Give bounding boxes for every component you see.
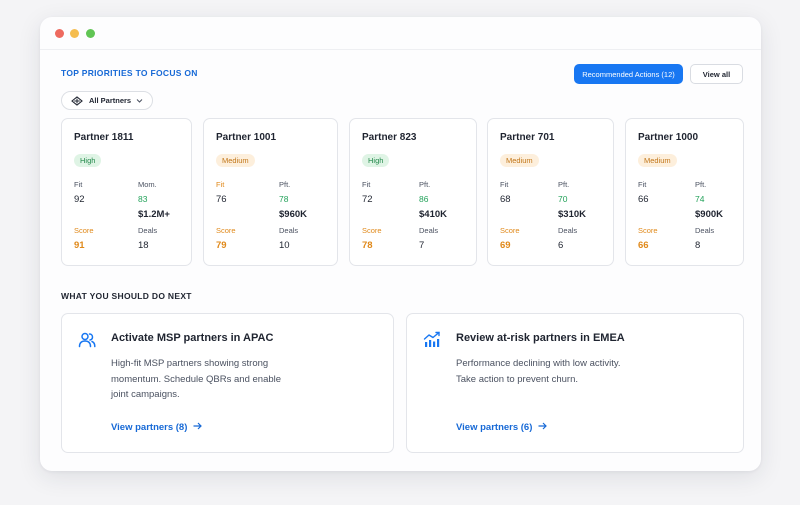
deals-value: 6 — [558, 240, 564, 251]
partner-name: Partner 823 — [362, 132, 417, 143]
priority-badge: High — [362, 154, 390, 167]
description-line: joint campaigns. — [111, 389, 180, 400]
description-line: Take action to prevent churn. — [456, 373, 578, 385]
score-label: Score — [638, 226, 658, 235]
description-line: High-fit MSP partners showing strong — [111, 358, 269, 369]
amount-value: $410K — [419, 209, 447, 220]
priority-badge: High — [74, 154, 102, 167]
partner-card[interactable]: Partner 1811 High Fit 92 Mom. 83 $1.2M+ … — [61, 118, 192, 266]
deals-label: Deals — [695, 226, 715, 235]
amount-value: $310K — [558, 209, 586, 220]
amount-value: $1.2M+ — [138, 209, 170, 220]
users-icon — [78, 331, 96, 349]
view-partners-label: View partners (8) — [111, 422, 188, 433]
score-value: 91 — [74, 240, 85, 251]
priority-badge: Medium — [216, 154, 255, 167]
fit-label: Fit — [500, 180, 509, 189]
deals-label: Deals — [558, 226, 578, 235]
partner-name: Partner 1811 — [74, 132, 134, 143]
fit-label: Fit — [216, 180, 225, 189]
priority-badge: Medium — [638, 154, 677, 167]
minimize-window-button[interactable] — [70, 29, 79, 38]
fit-label: Fit — [74, 180, 83, 189]
partner-card[interactable]: Partner 701 Medium Fit 68 Pft. 70 $310K … — [487, 118, 614, 266]
metric-label: Pft. — [419, 180, 431, 189]
amount-value: $960K — [279, 209, 307, 220]
app-window: TOP PRIORITIES TO FOCUS ON Recommended A… — [40, 17, 761, 471]
view-partners-link[interactable]: View partners (6) — [456, 422, 548, 433]
fit-value: 92 — [74, 194, 85, 205]
partner-card[interactable]: Partner 1001 Medium Fit 76 Pft. 78 $960K… — [203, 118, 338, 266]
metric-value: 70 — [558, 194, 568, 204]
recommendation-description: High-fit MSP partners showing strong mom… — [111, 356, 281, 403]
metric-label: Pft. — [279, 180, 291, 189]
partner-card[interactable]: Partner 823 High Fit 72 Pft. 86 $410K Sc… — [349, 118, 477, 266]
priorities-section-title: TOP PRIORITIES TO FOCUS ON — [61, 68, 198, 78]
recommendation-description: Performance declining with low activity.… — [456, 356, 621, 387]
amount-value: $900K — [695, 209, 723, 220]
metric-label: Mom. — [138, 180, 157, 189]
close-window-button[interactable] — [55, 29, 64, 38]
fit-value: 68 — [500, 194, 511, 205]
metric-value: 74 — [695, 194, 705, 204]
deals-value: 7 — [419, 240, 425, 251]
maximize-window-button[interactable] — [86, 29, 95, 38]
partner-filter-label: All Partners — [89, 96, 132, 105]
trend-up-chart-icon — [423, 331, 441, 349]
recommendation-card[interactable]: Review at-risk partners in EMEA Performa… — [406, 313, 744, 453]
description-line: momentum. Schedule QBRs and enable — [111, 373, 282, 385]
deals-label: Deals — [279, 226, 299, 235]
deals-value: 8 — [695, 240, 701, 251]
priority-badge: Medium — [500, 154, 539, 167]
score-value: 69 — [500, 240, 511, 251]
deals-value: 18 — [138, 240, 149, 251]
recommendation-title: Activate MSP partners in APAC — [111, 332, 274, 344]
score-value: 78 — [362, 240, 373, 251]
partner-name: Partner 701 — [500, 132, 555, 143]
arrow-right-icon — [538, 422, 548, 433]
deals-value: 10 — [279, 240, 290, 251]
view-partners-label: View partners (6) — [456, 422, 533, 433]
partner-card[interactable]: Partner 1000 Medium Fit 66 Pft. 74 $900K… — [625, 118, 744, 266]
fit-value: 72 — [362, 194, 373, 205]
partner-name: Partner 1000 — [638, 132, 699, 143]
score-label: Score — [362, 226, 382, 235]
arrow-right-icon — [193, 422, 203, 433]
metric-value: 83 — [138, 194, 148, 204]
partners-filter-icon — [71, 95, 83, 106]
fit-label: Fit — [638, 180, 647, 189]
view-all-button[interactable]: View all — [690, 64, 743, 84]
recommended-actions-button[interactable]: Recommended Actions (12) — [574, 64, 683, 84]
metric-label: Pft. — [558, 180, 570, 189]
score-label: Score — [74, 226, 94, 235]
chevron-down-icon — [136, 97, 143, 104]
fit-value: 76 — [216, 194, 227, 205]
score-label: Score — [216, 226, 236, 235]
score-label: Score — [500, 226, 520, 235]
fit-value: 66 — [638, 194, 649, 205]
fit-label: Fit — [362, 180, 371, 189]
metric-value: 86 — [419, 194, 429, 204]
recommendation-title: Review at-risk partners in EMEA — [456, 332, 625, 344]
partner-filter-dropdown[interactable]: All Partners — [61, 91, 153, 110]
description-line: Performance declining with low activity. — [456, 358, 621, 369]
window-titlebar — [40, 17, 761, 50]
score-value: 66 — [638, 240, 649, 251]
view-partners-link[interactable]: View partners (8) — [111, 422, 203, 433]
deals-label: Deals — [138, 226, 158, 235]
score-value: 79 — [216, 240, 227, 251]
metric-label: Pft. — [695, 180, 707, 189]
recommendation-card[interactable]: Activate MSP partners in APAC High-fit M… — [61, 313, 394, 453]
next-section-title: WHAT YOU SHOULD DO NEXT — [61, 291, 192, 301]
metric-value: 78 — [279, 194, 289, 204]
partner-name: Partner 1001 — [216, 132, 277, 143]
deals-label: Deals — [419, 226, 439, 235]
